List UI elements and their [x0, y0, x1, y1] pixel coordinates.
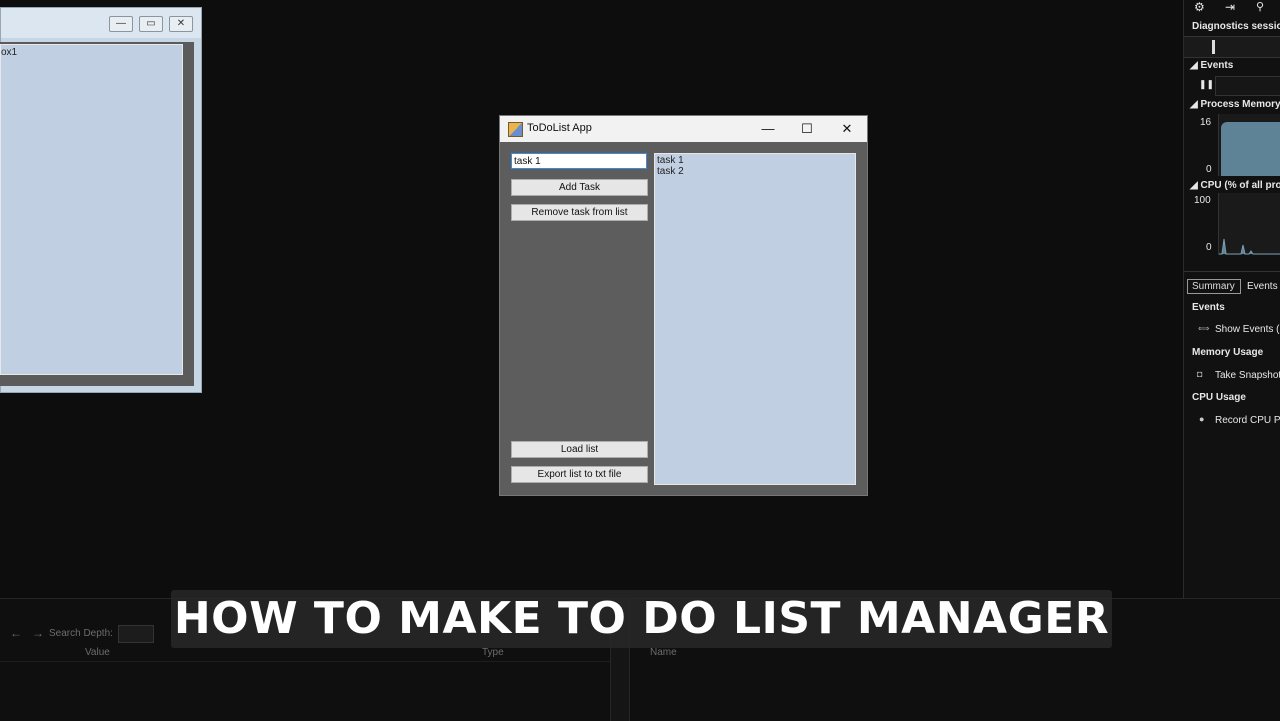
column-header-name[interactable]: Name: [650, 647, 677, 658]
show-events-link[interactable]: Show Events (: [1215, 324, 1279, 335]
forward-arrow-icon[interactable]: →: [32, 626, 44, 640]
cpu-graph-plot: [1219, 238, 1280, 255]
designer-minimize-button[interactable]: —: [109, 16, 133, 32]
take-snapshot-link[interactable]: Take Snapshot: [1215, 370, 1280, 381]
memory-graph-fill: [1221, 122, 1280, 176]
collapse-icon[interactable]: ◢: [1190, 180, 1198, 191]
task-listbox[interactable]: task 1 task 2: [654, 153, 856, 485]
diagnostics-panel: ⚙ ⇥ ⚲ Diagnostics session ◢ Events ❚❚ ◢ …: [1183, 0, 1280, 598]
memory-graph[interactable]: [1218, 114, 1280, 176]
collapse-icon[interactable]: ◢: [1190, 60, 1198, 71]
caption-text: HOW TO MAKE TO DO LIST MANAGER: [173, 593, 1110, 644]
camera-icon: ◘: [1197, 369, 1203, 379]
tab-summary[interactable]: Summary: [1187, 279, 1241, 294]
gear-icon[interactable]: ⚙: [1194, 0, 1205, 14]
memory-max-label: 16: [1200, 117, 1212, 128]
search-depth-label: Search Depth:: [49, 628, 113, 639]
session-timeline[interactable]: [1184, 36, 1280, 58]
export-list-button[interactable]: Export list to txt file: [511, 466, 648, 483]
diagnostics-session-label: Diagnostics session: [1192, 21, 1280, 32]
list-item[interactable]: task 2: [657, 166, 853, 177]
pause-icon[interactable]: ❚❚: [1199, 79, 1214, 90]
load-list-button[interactable]: Load list: [511, 441, 648, 458]
events-icon: ⟺: [1198, 324, 1210, 333]
app-titlebar[interactable]: ToDoList App — ☐ ✕: [500, 116, 867, 142]
maximize-button[interactable]: ☐: [798, 120, 816, 138]
events-header-label: Events: [1200, 60, 1234, 71]
cpu-header: ◢ CPU (% of all proc: [1190, 180, 1280, 191]
cpu-header-label: CPU (% of all proc: [1200, 180, 1280, 191]
memory-usage-heading: Memory Usage: [1192, 347, 1264, 358]
cpu-graph[interactable]: [1218, 193, 1280, 255]
cpu-min-label: 0: [1206, 242, 1212, 253]
designer-window: — ▭ ✕ ox1: [0, 7, 202, 393]
task-input[interactable]: [511, 153, 647, 169]
back-arrow-icon[interactable]: ←: [10, 626, 22, 640]
search-depth-dropdown[interactable]: [118, 625, 154, 643]
remove-task-button[interactable]: Remove task from list: [511, 204, 648, 221]
zoom-icon[interactable]: ⚲: [1256, 0, 1264, 13]
record-icon: ●: [1199, 414, 1205, 424]
add-task-button[interactable]: Add Task: [511, 179, 648, 196]
process-memory-header: ◢ Process Memory: [1190, 99, 1280, 110]
tab-events[interactable]: Events: [1247, 281, 1278, 292]
column-header-type[interactable]: Type: [482, 647, 504, 658]
designer-form-frame: ox1: [0, 42, 194, 386]
minimize-button[interactable]: —: [759, 120, 777, 138]
list-item[interactable]: task 1: [657, 155, 853, 166]
app-icon: [508, 122, 523, 137]
app-client-area: Add Task Remove task from list Load list…: [500, 142, 867, 495]
record-cpu-link[interactable]: Record CPU Pr: [1215, 415, 1280, 426]
memory-min-label: 0: [1206, 164, 1212, 175]
todolist-app-window: ToDoList App — ☐ ✕ Add Task Remove task …: [499, 115, 868, 496]
app-title: ToDoList App: [527, 122, 592, 134]
video-caption: HOW TO MAKE TO DO LIST MANAGER: [171, 590, 1112, 648]
process-memory-label: Process Memory: [1200, 99, 1280, 110]
column-header-value[interactable]: Value: [85, 647, 110, 658]
designer-titlebar: — ▭ ✕: [1, 8, 201, 38]
cpu-max-label: 100: [1194, 195, 1211, 206]
collapse-icon[interactable]: ◢: [1190, 99, 1198, 110]
export-icon[interactable]: ⇥: [1225, 0, 1235, 14]
cpu-usage-heading: CPU Usage: [1192, 392, 1246, 403]
designer-maximize-button[interactable]: ▭: [139, 16, 163, 32]
header-rule: [0, 661, 610, 662]
panel-divider: [1184, 271, 1280, 272]
events-header: ◢ Events: [1190, 60, 1233, 71]
timeline-cursor[interactable]: [1212, 40, 1215, 54]
designer-listbox-label: ox1: [1, 47, 18, 58]
designer-close-button[interactable]: ✕: [169, 16, 193, 32]
summary-events-heading: Events: [1192, 302, 1225, 313]
events-track: [1215, 76, 1280, 96]
close-button[interactable]: ✕: [838, 120, 856, 138]
designer-listbox[interactable]: ox1: [0, 44, 183, 375]
